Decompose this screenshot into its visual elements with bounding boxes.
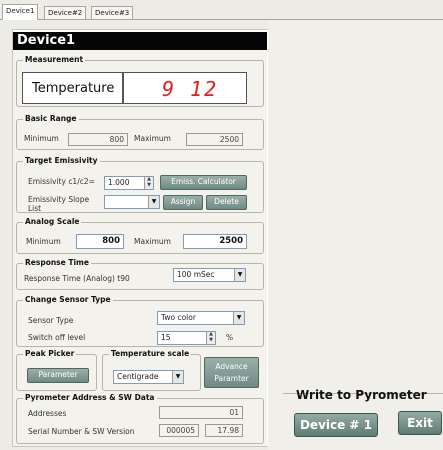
basic-min-value: 800 xyxy=(68,133,128,146)
tab-device1[interactable]: Device1 xyxy=(2,4,39,20)
temperature-value: 9 12 xyxy=(162,77,219,101)
temperature-scale-title: Temperature scale xyxy=(109,349,192,359)
exit-button[interactable]: Exit xyxy=(398,411,442,435)
right-area xyxy=(268,20,443,450)
stepper-down-icon[interactable]: ▼ xyxy=(206,338,215,344)
device-1-button[interactable]: Device # 1 xyxy=(294,413,378,437)
sensor-type-value: Two color xyxy=(161,313,196,322)
analog-min-label: Minimum xyxy=(26,237,61,246)
temperature-scale-dropdown[interactable]: Centigrade ▼ xyxy=(113,370,184,384)
chevron-down-icon[interactable]: ▼ xyxy=(148,196,159,208)
emissivity-ratio-stepper[interactable]: 1.000 ▲ ▼ xyxy=(104,176,154,190)
sensor-type-label: Sensor Type xyxy=(28,316,74,325)
tab-device3[interactable]: Device#3 xyxy=(91,6,134,19)
emissivity-ratio-value: 1.000 xyxy=(108,178,130,187)
analog-scale-title: Analog Scale xyxy=(23,217,82,227)
measurement-label: Temperature xyxy=(32,81,115,96)
sensor-type-title: Change Sensor Type xyxy=(23,295,113,305)
delete-button[interactable]: Delete xyxy=(206,195,247,210)
target-emissivity-title: Target Emissivity xyxy=(23,156,100,166)
switch-off-value: 15 xyxy=(161,333,171,342)
response-time-value: 100 mSec xyxy=(177,270,215,279)
emissivity-slope-dropdown[interactable]: ▼ xyxy=(104,195,160,209)
chevron-down-icon[interactable]: ▼ xyxy=(234,269,245,281)
analog-max-input[interactable]: 2500 xyxy=(183,234,247,249)
response-time-dropdown[interactable]: 100 mSec ▼ xyxy=(173,268,246,282)
serial-label: Serial Number & SW Version xyxy=(28,427,135,436)
switch-off-stepper[interactable]: 15 ▲ ▼ xyxy=(157,331,216,345)
stepper-down-icon[interactable]: ▼ xyxy=(144,183,153,189)
emissivity-ratio-label: Emissivity c1/c2= xyxy=(28,177,95,186)
temperature-scale-value: Centigrade xyxy=(117,372,159,381)
address-value: 01 xyxy=(159,406,243,419)
measurement-label-box: Temperature xyxy=(22,72,123,104)
chevron-down-icon[interactable]: ▼ xyxy=(233,312,244,324)
basic-max-label: Maximum xyxy=(134,134,171,143)
pyrometer-data-title: Pyrometer Address & SW Data xyxy=(23,393,157,403)
analog-max-label: Maximum xyxy=(134,237,171,246)
basic-max-value: 2500 xyxy=(186,133,243,146)
temperature-display: 9 12 xyxy=(123,72,247,104)
tab-bar: Device1 Device#2 Device#3 xyxy=(0,0,443,20)
sw-version-value: 17.98 xyxy=(205,424,243,437)
advance-button-line2: Paramter xyxy=(214,374,249,383)
advance-parameter-button[interactable]: Advance Paramter xyxy=(204,357,259,388)
assign-button[interactable]: Assign xyxy=(163,195,203,210)
tab-device2[interactable]: Device#2 xyxy=(44,6,87,19)
emissivity-calculator-button[interactable]: Emiss. Calculator xyxy=(160,175,247,190)
switch-off-label: Switch off level xyxy=(28,333,86,342)
serial-number-value: 000005 xyxy=(159,424,199,437)
emissivity-slope-label: Emissivity Slope List xyxy=(28,195,90,213)
chevron-down-icon[interactable]: ▼ xyxy=(172,371,183,383)
address-label: Addresses xyxy=(28,409,67,418)
measurement-title: Measurement xyxy=(23,55,86,65)
basic-min-label: Minimum xyxy=(24,134,59,143)
page-title: Device1 xyxy=(13,32,267,50)
switch-off-unit: % xyxy=(226,333,234,342)
sensor-type-dropdown[interactable]: Two color ▼ xyxy=(157,311,245,325)
peak-picker-title: Peak Picker xyxy=(23,349,77,359)
pyrometer-data-group: Pyrometer Address & SW Data xyxy=(16,393,264,444)
basic-range-title: Basic Range xyxy=(23,114,79,124)
response-time-title: Response Time xyxy=(23,258,91,268)
write-to-pyrometer-label: Write to Pyrometer xyxy=(296,388,427,402)
advance-button-line1: Advance xyxy=(215,362,248,371)
parameter-button[interactable]: Parameter xyxy=(27,368,89,383)
analog-min-input[interactable]: 800 xyxy=(76,234,124,249)
response-time-label: Response Time (Analog) t90 xyxy=(24,274,130,283)
